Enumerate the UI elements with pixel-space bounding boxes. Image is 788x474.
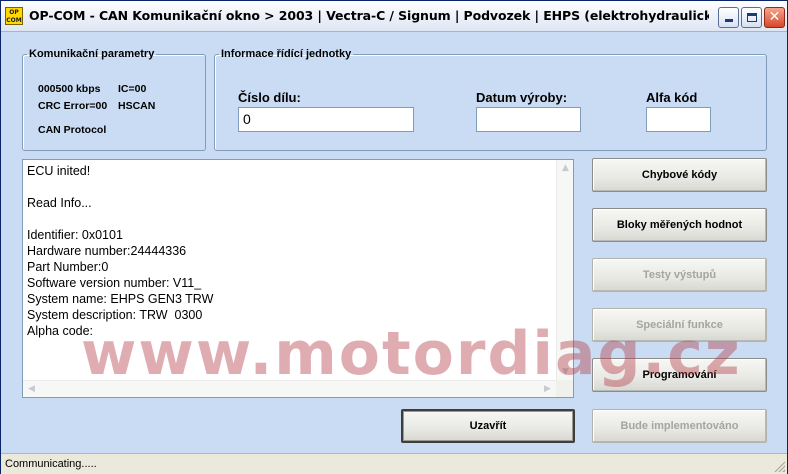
close-window-button[interactable]: ✕ [764, 7, 785, 28]
close-icon: ✕ [768, 8, 781, 24]
communication-parameters-group: Komunikační parametry 000500 kbps IC=00 … [22, 48, 206, 151]
alpha-code-label: Alfa kód [646, 90, 698, 105]
alpha-code-field[interactable] [646, 107, 711, 132]
baud-rate-text: 000500 kbps [38, 83, 101, 95]
bus-type-text: HSCAN [118, 100, 156, 112]
maximize-icon [746, 13, 757, 22]
crc-error-text: CRC Error=00 [38, 100, 108, 112]
horizontal-scrollbar[interactable]: ◀ ▶ [23, 380, 556, 397]
ecu-information-group: Informace řídící jednotky Číslo dílu: 0 … [214, 48, 767, 151]
production-date-field[interactable] [476, 107, 581, 132]
resize-grip-icon[interactable] [773, 460, 785, 472]
part-number-field[interactable]: 0 [238, 107, 414, 132]
status-text: Communicating..... [5, 458, 97, 470]
window-title: OP-COM - CAN Komunikační okno > 2003 | V… [29, 8, 709, 23]
measured-values-button[interactable]: Bloky měřených hodnot [592, 208, 767, 242]
programming-button[interactable]: Programování [592, 358, 767, 392]
log-text: ECU inited! Read Info... Identifier: 0x0… [27, 164, 214, 338]
ic-text: IC=00 [118, 83, 147, 95]
logo-text-top: OP [9, 9, 19, 16]
error-codes-button[interactable]: Chybové kódy [592, 158, 767, 192]
logo-text-bottom: COM [6, 17, 22, 24]
scroll-up-arrow-icon[interactable]: ▲ [557, 160, 574, 177]
communication-log[interactable]: ECU inited! Read Info... Identifier: 0x0… [22, 159, 574, 398]
minimize-icon [724, 19, 733, 22]
vertical-scrollbar[interactable]: ▲ ▼ [556, 160, 573, 381]
scroll-corner [556, 380, 573, 397]
to-be-implemented-button[interactable]: Bude implementováno [592, 409, 767, 443]
minimize-button[interactable] [718, 7, 739, 28]
scroll-down-arrow-icon[interactable]: ▼ [557, 364, 574, 381]
close-button[interactable]: Uzavřít [401, 409, 575, 443]
ecu-information-legend: Informace řídící jednotky [221, 48, 352, 60]
status-bar: Communicating..... [1, 453, 787, 474]
protocol-text: CAN Protocol [38, 124, 107, 136]
communication-parameters-legend: Komunikační parametry [29, 48, 155, 60]
maximize-button[interactable] [741, 7, 762, 28]
title-bar[interactable]: OP COM OP-COM - CAN Komunikační okno > 2… [1, 1, 787, 32]
part-number-label: Číslo dílu: [238, 90, 301, 105]
scroll-left-arrow-icon[interactable]: ◀ [23, 381, 40, 398]
main-window: OP COM OP-COM - CAN Komunikační okno > 2… [0, 0, 788, 474]
output-tests-button[interactable]: Testy výstupů [592, 258, 767, 292]
production-date-label: Datum výroby: [476, 90, 568, 105]
scroll-right-arrow-icon[interactable]: ▶ [539, 381, 556, 398]
opcom-logo-icon: OP COM [5, 7, 23, 25]
special-functions-button[interactable]: Speciální funkce [592, 308, 767, 342]
